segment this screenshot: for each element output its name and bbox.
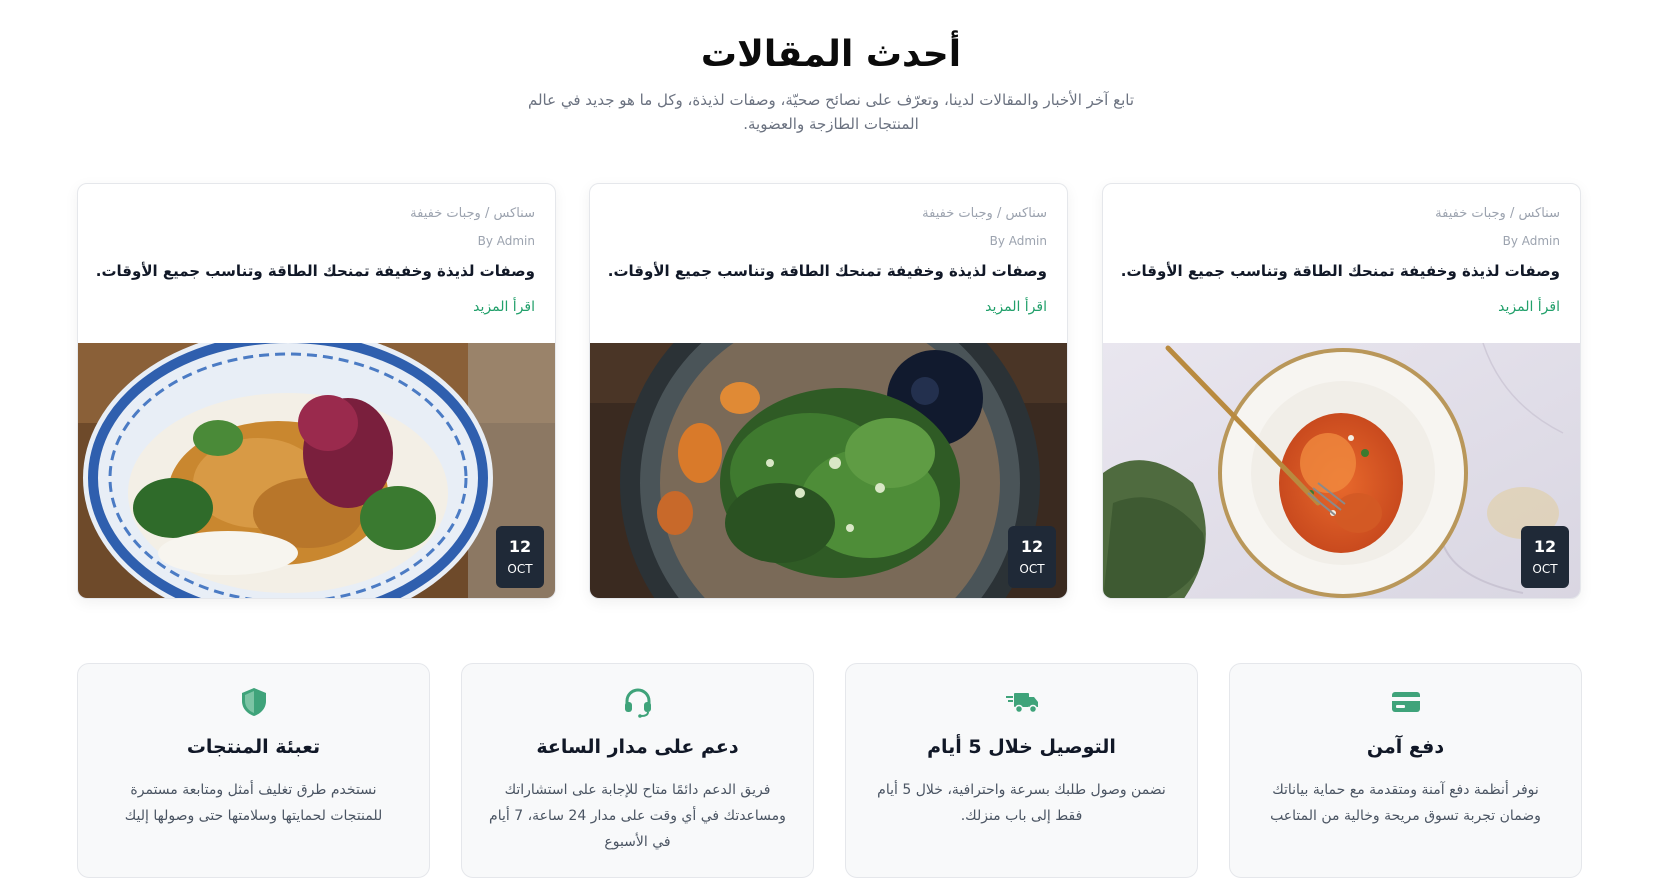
headset-icon — [462, 686, 813, 718]
date-month: OCT — [507, 562, 533, 576]
feature-title: دعم على مدار الساعة — [536, 736, 739, 758]
date-month: OCT — [1532, 562, 1558, 576]
article-title[interactable]: وصفات لذيذة وخفيفة تمنحك الطاقة وتناسب ج… — [1121, 262, 1560, 280]
date-badge: 12 OCT — [1521, 526, 1569, 588]
article-category[interactable]: سناكس / وجبات خفيفة — [922, 206, 1047, 221]
article-card[interactable]: سناكس / وجبات خفيفة By Admin وصفات لذيذة… — [77, 183, 556, 599]
credit-card-icon — [1230, 686, 1581, 718]
rice-bowl-image[interactable]: 12 OCT — [78, 343, 555, 598]
section-subtitle: تابع آخر الأخبار والمقالات لدينا، وتعرّف… — [527, 91, 1135, 133]
feature-title: التوصيل خلال 5 أيام — [927, 736, 1116, 758]
section-title: أحدث المقالات — [700, 34, 962, 75]
article-title[interactable]: وصفات لذيذة وخفيفة تمنحك الطاقة وتناسب ج… — [96, 262, 535, 280]
article-card-body: سناكس / وجبات خفيفة By Admin وصفات لذيذة… — [1103, 184, 1580, 343]
date-day: 12 — [508, 537, 532, 556]
feature-card-packaging: تعبئة المنتجات نستخدم طرق تغليف أمثل ومت… — [77, 663, 430, 878]
read-more-link[interactable]: اقرأ المزيد — [1498, 299, 1560, 315]
article-author: By Admin — [477, 234, 535, 248]
feature-description: نضمن وصول طلبك بسرعة واحترافية، خلال 5 أ… — [877, 782, 1166, 824]
feature-card-support: دعم على مدار الساعة فريق الدعم دائمًا مت… — [461, 663, 814, 878]
read-more-link[interactable]: اقرأ المزيد — [473, 299, 535, 315]
date-month: OCT — [1019, 562, 1045, 576]
delivery-truck-icon — [846, 686, 1197, 718]
article-card[interactable]: سناكس / وجبات خفيفة By Admin وصفات لذيذة… — [589, 183, 1068, 599]
feature-card-delivery: التوصيل خلال 5 أيام نضمن وصول طلبك بسرعة… — [845, 663, 1198, 878]
article-card-body: سناكس / وجبات خفيفة By Admin وصفات لذيذة… — [78, 184, 555, 343]
feature-description: نستخدم طرق تغليف أمثل ومتابعة مستمرة للم… — [124, 782, 383, 824]
shield-icon — [78, 686, 429, 718]
read-more-link[interactable]: اقرأ المزيد — [985, 299, 1047, 315]
date-day: 12 — [1020, 537, 1044, 556]
noodle-greens-bowl-image[interactable]: 12 OCT — [590, 343, 1067, 598]
article-card[interactable]: سناكس / وجبات خفيفة By Admin وصفات لذيذة… — [1102, 183, 1581, 599]
feature-title: دفع آمن — [1366, 736, 1445, 758]
feature-description: نوفر أنظمة دفع آمنة ومتقدمة مع حماية بيا… — [1270, 782, 1541, 824]
articles-page: أحدث المقالات تابع آخر الأخبار والمقالات… — [0, 0, 1662, 890]
date-badge: 12 OCT — [1008, 526, 1056, 588]
article-author: By Admin — [989, 234, 1047, 248]
pasta-plate-image[interactable]: 12 OCT — [1103, 343, 1580, 598]
article-category[interactable]: سناكس / وجبات خفيفة — [410, 206, 535, 221]
feature-title: تعبئة المنتجات — [186, 736, 321, 758]
feature-description: فريق الدعم دائمًا متاح للإجابة على استشا… — [489, 782, 786, 850]
feature-card-secure-payment: دفع آمن نوفر أنظمة دفع آمنة ومتقدمة مع ح… — [1229, 663, 1582, 878]
article-card-body: سناكس / وجبات خفيفة By Admin وصفات لذيذة… — [590, 184, 1067, 343]
article-title[interactable]: وصفات لذيذة وخفيفة تمنحك الطاقة وتناسب ج… — [608, 262, 1047, 280]
article-author: By Admin — [1502, 234, 1560, 248]
date-badge: 12 OCT — [496, 526, 544, 588]
article-category[interactable]: سناكس / وجبات خفيفة — [1435, 206, 1560, 221]
date-day: 12 — [1533, 537, 1557, 556]
